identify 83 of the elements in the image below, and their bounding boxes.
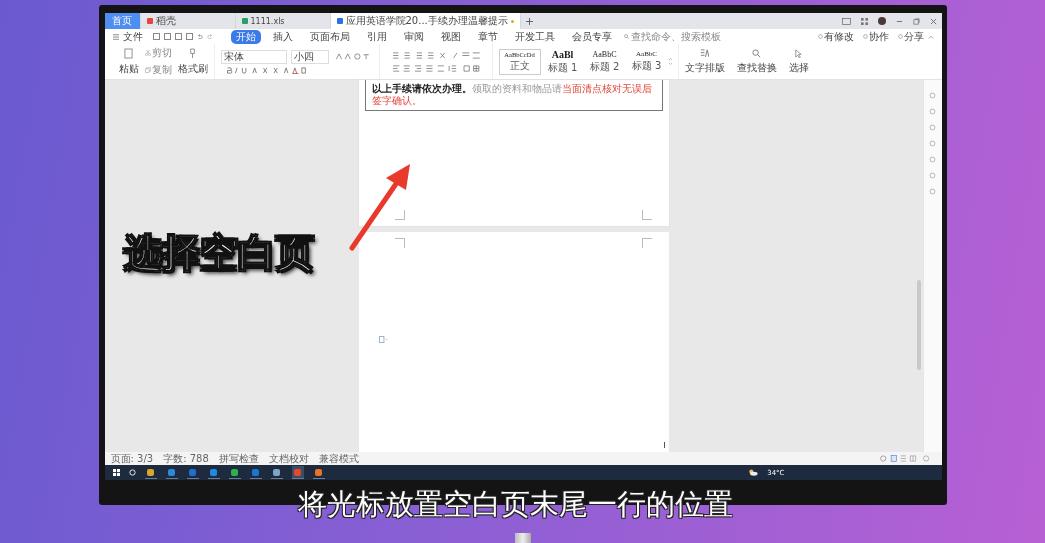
file-menu[interactable]: 文件 — [122, 29, 143, 44]
status-item[interactable]: 拼写检查 — [218, 451, 259, 466]
app-icon[interactable] — [144, 466, 157, 479]
tool-button[interactable]: 文字排版 — [684, 48, 725, 75]
close-icon[interactable] — [929, 17, 937, 25]
paste-button[interactable]: 粘贴 — [118, 47, 139, 76]
toolbar-button[interactable]: 分享 — [897, 29, 924, 44]
file-icon — [241, 18, 248, 24]
cut-button[interactable]: 剪切 — [144, 46, 172, 60]
ribbon-tab[interactable]: 插入 — [267, 29, 298, 44]
avatar-icon[interactable] — [877, 17, 886, 25]
document-tab[interactable]: 稻壳 — [140, 13, 236, 29]
monitor-stand — [514, 533, 531, 543]
document-tab[interactable]: 1111.xls — [235, 13, 331, 29]
restore-icon[interactable] — [912, 17, 920, 25]
document-tab[interactable]: 应用英语学院20...手续办理温馨提示 — [330, 13, 521, 29]
sidebar-tool-icon[interactable] — [929, 172, 936, 179]
app-icon[interactable] — [228, 466, 241, 479]
status-item: 页面: 3/3 — [110, 451, 154, 466]
ribbon-tab[interactable]: 会员专享 — [566, 29, 617, 44]
copy-icon — [144, 67, 151, 73]
notice-text: 以上手续请依次办理。领取的资料和物品请当面清点核对无误后签字确认。 — [371, 83, 653, 107]
format-painter-button[interactable]: 格式刷 — [177, 47, 208, 76]
app-icon[interactable] — [249, 466, 262, 479]
tool-button[interactable]: 选择 — [788, 48, 809, 75]
app-icon[interactable] — [270, 466, 283, 479]
margin-mark — [641, 238, 652, 248]
toolbar-button[interactable]: 有修改 — [817, 29, 854, 44]
margin-mark — [641, 210, 652, 220]
windows-icon[interactable] — [112, 469, 120, 476]
ribbon-tab[interactable]: 开发工具 — [509, 29, 560, 44]
layout-icon[interactable] — [841, 17, 851, 25]
undo-icon[interactable] — [196, 33, 203, 40]
tool-icon — [700, 48, 709, 58]
tool-icon — [752, 48, 761, 58]
app-icon[interactable] — [207, 466, 220, 479]
file-icon — [146, 18, 153, 24]
style-scroll-icon[interactable] — [668, 56, 672, 67]
sidebar-tool-icon[interactable] — [929, 92, 936, 99]
font-dropdown[interactable]: 宋体 — [220, 49, 287, 64]
tool-icon — [794, 48, 803, 58]
app-icon[interactable] — [165, 466, 178, 479]
margin-mark — [394, 238, 405, 248]
file-icon — [336, 18, 343, 24]
clipboard-icon — [124, 47, 133, 59]
ribbon-tab[interactable]: 视图 — [435, 29, 466, 44]
sidebar-tool-icon[interactable] — [929, 124, 936, 131]
margin-mark — [394, 210, 405, 220]
copy-button[interactable]: 复制 — [144, 63, 172, 77]
paragraph-icon[interactable] — [378, 336, 388, 343]
brush-icon — [188, 47, 197, 59]
collapse-icon[interactable] — [927, 33, 934, 40]
sidebar-tool-icon[interactable] — [929, 156, 936, 163]
status-item[interactable]: 兼容模式 — [318, 451, 359, 466]
new-tab-icon[interactable] — [525, 17, 533, 25]
app-icon[interactable] — [186, 466, 199, 479]
style-preset[interactable]: AaBl 标题 1 — [542, 47, 583, 76]
tool-button[interactable]: 查找替换 — [736, 48, 777, 75]
menu-icon[interactable] — [112, 33, 119, 40]
scrollbar-thumb[interactable] — [916, 280, 921, 370]
ribbon-tab[interactable]: 页面布局 — [304, 29, 355, 44]
status-item[interactable]: 文档校对 — [268, 451, 309, 466]
ribbon-tab[interactable]: 开始 — [230, 29, 261, 44]
size-dropdown[interactable]: 小四 — [290, 49, 329, 64]
weather-icon — [748, 469, 759, 476]
ribbon-tab[interactable]: 引用 — [361, 29, 392, 44]
scissors-icon — [144, 50, 151, 56]
app-icon[interactable] — [291, 466, 304, 479]
style-preset[interactable]: AaBbC 标题 2 — [584, 48, 625, 75]
sidebar-tool-icon[interactable] — [929, 188, 936, 195]
caption-text: 选择空白页 — [124, 230, 314, 277]
toolbar-button[interactable]: 协作 — [862, 29, 889, 44]
app-icon[interactable] — [312, 466, 325, 479]
search-field[interactable]: 查找命令、搜索模板 — [623, 31, 731, 42]
unsaved-dot — [510, 19, 514, 23]
grid-icon[interactable] — [860, 17, 868, 25]
subtitle-text: 将光标放置空白页末尾一行的位置 — [298, 490, 733, 519]
sidebar-tool-icon[interactable] — [929, 140, 936, 147]
status-item: 字数: 788 — [163, 451, 209, 466]
sidebar-tool-icon[interactable] — [929, 108, 936, 115]
ribbon-tab[interactable]: 章节 — [472, 29, 503, 44]
text-cursor — [663, 442, 665, 448]
ribbon-tab[interactable]: 审阅 — [398, 29, 429, 44]
